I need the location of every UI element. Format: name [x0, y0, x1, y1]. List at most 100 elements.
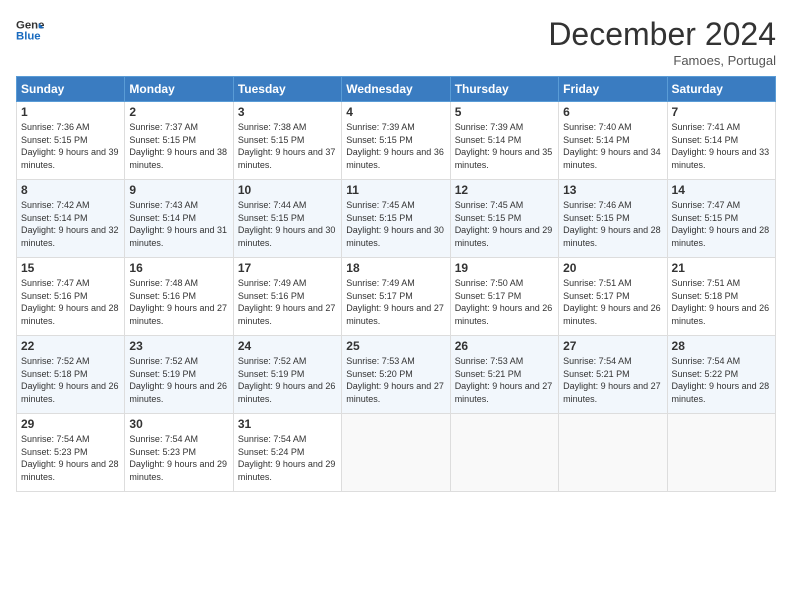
day-number: 17	[238, 261, 337, 275]
day-number: 15	[21, 261, 120, 275]
table-cell: 8 Sunrise: 7:42 AMSunset: 5:14 PMDayligh…	[17, 180, 125, 258]
day-number: 2	[129, 105, 228, 119]
day-number: 24	[238, 339, 337, 353]
day-info: Sunrise: 7:49 AMSunset: 5:16 PMDaylight:…	[238, 278, 336, 326]
table-cell: 12 Sunrise: 7:45 AMSunset: 5:15 PMDaylig…	[450, 180, 558, 258]
day-info: Sunrise: 7:54 AMSunset: 5:24 PMDaylight:…	[238, 434, 336, 482]
day-info: Sunrise: 7:38 AMSunset: 5:15 PMDaylight:…	[238, 122, 336, 170]
day-number: 21	[672, 261, 771, 275]
header-saturday: Saturday	[667, 77, 775, 102]
day-number: 9	[129, 183, 228, 197]
logo: General Blue	[16, 16, 44, 44]
day-info: Sunrise: 7:42 AMSunset: 5:14 PMDaylight:…	[21, 200, 119, 248]
table-cell: 31 Sunrise: 7:54 AMSunset: 5:24 PMDaylig…	[233, 414, 341, 492]
subtitle: Famoes, Portugal	[548, 53, 776, 68]
table-cell: 6 Sunrise: 7:40 AMSunset: 5:14 PMDayligh…	[559, 102, 667, 180]
table-cell: 27 Sunrise: 7:54 AMSunset: 5:21 PMDaylig…	[559, 336, 667, 414]
table-cell: 17 Sunrise: 7:49 AMSunset: 5:16 PMDaylig…	[233, 258, 341, 336]
table-cell: 26 Sunrise: 7:53 AMSunset: 5:21 PMDaylig…	[450, 336, 558, 414]
day-number: 20	[563, 261, 662, 275]
day-info: Sunrise: 7:48 AMSunset: 5:16 PMDaylight:…	[129, 278, 227, 326]
table-cell: 2 Sunrise: 7:37 AMSunset: 5:15 PMDayligh…	[125, 102, 233, 180]
table-cell: 15 Sunrise: 7:47 AMSunset: 5:16 PMDaylig…	[17, 258, 125, 336]
header-monday: Monday	[125, 77, 233, 102]
table-row: 29 Sunrise: 7:54 AMSunset: 5:23 PMDaylig…	[17, 414, 776, 492]
table-cell: 22 Sunrise: 7:52 AMSunset: 5:18 PMDaylig…	[17, 336, 125, 414]
table-cell: 19 Sunrise: 7:50 AMSunset: 5:17 PMDaylig…	[450, 258, 558, 336]
header-friday: Friday	[559, 77, 667, 102]
header-wednesday: Wednesday	[342, 77, 450, 102]
day-number: 29	[21, 417, 120, 431]
table-cell: 16 Sunrise: 7:48 AMSunset: 5:16 PMDaylig…	[125, 258, 233, 336]
header-area: General Blue December 2024 Famoes, Portu…	[16, 16, 776, 68]
header-tuesday: Tuesday	[233, 77, 341, 102]
day-number: 26	[455, 339, 554, 353]
day-number: 18	[346, 261, 445, 275]
day-number: 22	[21, 339, 120, 353]
day-number: 12	[455, 183, 554, 197]
day-info: Sunrise: 7:43 AMSunset: 5:14 PMDaylight:…	[129, 200, 227, 248]
day-number: 5	[455, 105, 554, 119]
table-cell: 21 Sunrise: 7:51 AMSunset: 5:18 PMDaylig…	[667, 258, 775, 336]
day-info: Sunrise: 7:54 AMSunset: 5:21 PMDaylight:…	[563, 356, 661, 404]
day-number: 23	[129, 339, 228, 353]
header-thursday: Thursday	[450, 77, 558, 102]
table-cell: 13 Sunrise: 7:46 AMSunset: 5:15 PMDaylig…	[559, 180, 667, 258]
day-number: 6	[563, 105, 662, 119]
day-info: Sunrise: 7:54 AMSunset: 5:22 PMDaylight:…	[672, 356, 770, 404]
day-number: 11	[346, 183, 445, 197]
day-info: Sunrise: 7:37 AMSunset: 5:15 PMDaylight:…	[129, 122, 227, 170]
day-number: 10	[238, 183, 337, 197]
table-cell: 20 Sunrise: 7:51 AMSunset: 5:17 PMDaylig…	[559, 258, 667, 336]
day-number: 8	[21, 183, 120, 197]
table-row: 8 Sunrise: 7:42 AMSunset: 5:14 PMDayligh…	[17, 180, 776, 258]
day-info: Sunrise: 7:45 AMSunset: 5:15 PMDaylight:…	[455, 200, 553, 248]
table-cell: 28 Sunrise: 7:54 AMSunset: 5:22 PMDaylig…	[667, 336, 775, 414]
day-number: 13	[563, 183, 662, 197]
table-cell: 23 Sunrise: 7:52 AMSunset: 5:19 PMDaylig…	[125, 336, 233, 414]
day-number: 14	[672, 183, 771, 197]
table-cell	[559, 414, 667, 492]
table-cell: 18 Sunrise: 7:49 AMSunset: 5:17 PMDaylig…	[342, 258, 450, 336]
day-info: Sunrise: 7:39 AMSunset: 5:15 PMDaylight:…	[346, 122, 444, 170]
day-info: Sunrise: 7:51 AMSunset: 5:17 PMDaylight:…	[563, 278, 661, 326]
table-row: 1 Sunrise: 7:36 AMSunset: 5:15 PMDayligh…	[17, 102, 776, 180]
table-cell: 14 Sunrise: 7:47 AMSunset: 5:15 PMDaylig…	[667, 180, 775, 258]
table-cell: 9 Sunrise: 7:43 AMSunset: 5:14 PMDayligh…	[125, 180, 233, 258]
day-number: 4	[346, 105, 445, 119]
day-number: 16	[129, 261, 228, 275]
table-cell	[667, 414, 775, 492]
day-info: Sunrise: 7:44 AMSunset: 5:15 PMDaylight:…	[238, 200, 336, 248]
day-number: 1	[21, 105, 120, 119]
day-number: 7	[672, 105, 771, 119]
day-info: Sunrise: 7:36 AMSunset: 5:15 PMDaylight:…	[21, 122, 119, 170]
table-cell: 1 Sunrise: 7:36 AMSunset: 5:15 PMDayligh…	[17, 102, 125, 180]
day-number: 3	[238, 105, 337, 119]
table-cell: 10 Sunrise: 7:44 AMSunset: 5:15 PMDaylig…	[233, 180, 341, 258]
table-cell: 24 Sunrise: 7:52 AMSunset: 5:19 PMDaylig…	[233, 336, 341, 414]
day-info: Sunrise: 7:46 AMSunset: 5:15 PMDaylight:…	[563, 200, 661, 248]
day-info: Sunrise: 7:45 AMSunset: 5:15 PMDaylight:…	[346, 200, 444, 248]
day-info: Sunrise: 7:40 AMSunset: 5:14 PMDaylight:…	[563, 122, 661, 170]
day-info: Sunrise: 7:54 AMSunset: 5:23 PMDaylight:…	[21, 434, 119, 482]
day-info: Sunrise: 7:41 AMSunset: 5:14 PMDaylight:…	[672, 122, 770, 170]
day-info: Sunrise: 7:49 AMSunset: 5:17 PMDaylight:…	[346, 278, 444, 326]
day-info: Sunrise: 7:47 AMSunset: 5:15 PMDaylight:…	[672, 200, 770, 248]
table-cell	[450, 414, 558, 492]
table-cell: 4 Sunrise: 7:39 AMSunset: 5:15 PMDayligh…	[342, 102, 450, 180]
day-number: 28	[672, 339, 771, 353]
day-info: Sunrise: 7:51 AMSunset: 5:18 PMDaylight:…	[672, 278, 770, 326]
day-info: Sunrise: 7:52 AMSunset: 5:19 PMDaylight:…	[129, 356, 227, 404]
day-number: 25	[346, 339, 445, 353]
calendar-container: General Blue December 2024 Famoes, Portu…	[0, 0, 792, 500]
title-area: December 2024 Famoes, Portugal	[548, 16, 776, 68]
day-number: 19	[455, 261, 554, 275]
day-number: 30	[129, 417, 228, 431]
day-info: Sunrise: 7:53 AMSunset: 5:21 PMDaylight:…	[455, 356, 553, 404]
table-cell	[342, 414, 450, 492]
logo-icon: General Blue	[16, 16, 44, 44]
header-row: Sunday Monday Tuesday Wednesday Thursday…	[17, 77, 776, 102]
day-number: 27	[563, 339, 662, 353]
month-title: December 2024	[548, 16, 776, 53]
table-row: 22 Sunrise: 7:52 AMSunset: 5:18 PMDaylig…	[17, 336, 776, 414]
